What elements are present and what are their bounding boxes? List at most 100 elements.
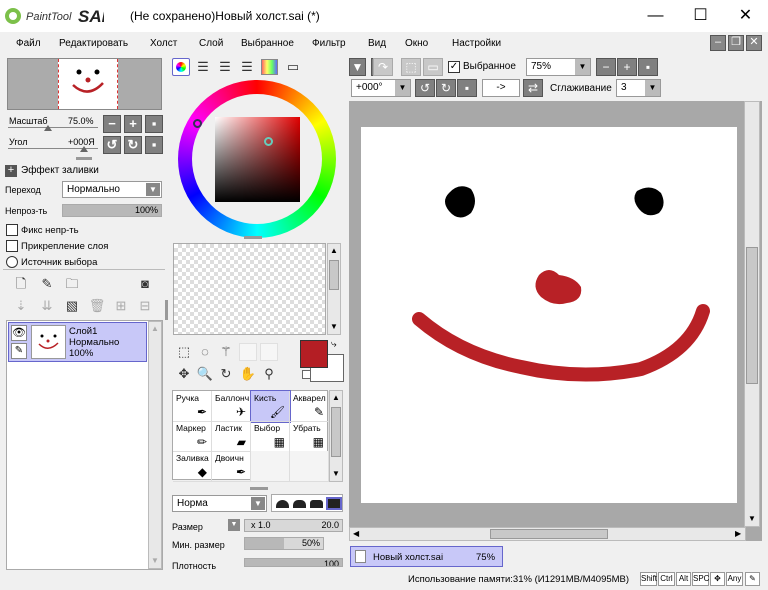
scratchpad-mode-icon[interactable]: ▭ xyxy=(284,58,302,76)
zoom-select[interactable]: 75% ▼ xyxy=(526,58,591,76)
flip-horizontal-button[interactable]: ⇄ xyxy=(523,79,543,97)
panel-splitter[interactable] xyxy=(76,157,92,160)
toolbar-zoom-in-button[interactable]: + xyxy=(617,58,637,76)
min-size-slider[interactable]: 50% xyxy=(244,537,324,550)
hue-cursor[interactable] xyxy=(193,119,202,128)
tool-watercolor[interactable]: Акварел ✎ xyxy=(290,391,329,422)
delete-mask-icon[interactable]: ⊟ xyxy=(136,297,154,315)
canvas-vertical-scrollbar[interactable]: ▼ xyxy=(744,101,760,527)
clipping-checkbox[interactable] xyxy=(6,240,18,252)
panel-splitter[interactable] xyxy=(250,487,268,490)
scroll-down-icon[interactable]: ▼ xyxy=(748,514,756,523)
scroll-thumb[interactable] xyxy=(331,407,341,457)
toolbar-zoom-reset-button[interactable]: ▪ xyxy=(638,58,658,76)
flip-direction-button[interactable]: -> xyxy=(482,79,520,97)
brush-shape-square-icon[interactable] xyxy=(326,497,342,510)
rect-select-icon[interactable]: ⬚ xyxy=(175,343,193,361)
layer-list-scrollbar[interactable]: ▲ ▼ xyxy=(148,321,162,569)
blend-mode-select[interactable]: Нормально ▼ xyxy=(62,181,162,198)
rgb-slider-mode-icon[interactable]: ☰ xyxy=(194,58,212,76)
scroll-left-icon[interactable]: ◀ xyxy=(353,529,359,538)
rotate-tool-icon[interactable]: ↻ xyxy=(217,365,235,383)
transfer-down-icon[interactable]: ⇣ xyxy=(12,297,30,315)
primary-color-swatch[interactable] xyxy=(300,340,328,368)
pen-icon[interactable]: ✎ xyxy=(11,343,27,359)
move-icon[interactable]: ✥ xyxy=(175,365,193,383)
zoom-slider-thumb[interactable] xyxy=(44,125,52,131)
merge-down-icon[interactable]: ⇊ xyxy=(38,297,56,315)
scroll-up-icon[interactable]: ▲ xyxy=(151,324,159,333)
preserve-opacity-checkbox[interactable] xyxy=(6,224,18,236)
rotate-right-button[interactable]: ↻ xyxy=(124,136,142,154)
brush-shape-soft-icon[interactable] xyxy=(293,500,306,508)
brush-mode-select[interactable]: Норма ▼ xyxy=(172,495,267,512)
tool-deselect-pen[interactable]: Убрать ▦ xyxy=(290,421,329,452)
hsv-slider-mode-icon[interactable]: ☰ xyxy=(216,58,234,76)
new-vector-layer-icon[interactable]: ✎ xyxy=(38,275,56,293)
scroll-right-icon[interactable]: ▶ xyxy=(735,529,741,538)
scroll-up-icon[interactable]: ▲ xyxy=(330,246,338,255)
scroll-thumb[interactable] xyxy=(746,247,758,384)
scroll-up-icon[interactable]: ▲ xyxy=(332,393,340,402)
palette-mode-icon[interactable] xyxy=(261,59,278,75)
menu-settings[interactable]: Настройки xyxy=(452,38,501,49)
expand-icon[interactable]: + xyxy=(5,165,17,177)
transparent-color-icon[interactable] xyxy=(302,370,311,379)
menu-view[interactable]: Вид xyxy=(368,38,386,49)
menu-window[interactable]: Окно xyxy=(405,38,428,49)
scroll-thumb[interactable] xyxy=(329,260,339,290)
menu-file[interactable]: Файл xyxy=(16,38,41,49)
rotate-left-button[interactable]: ↺ xyxy=(103,136,121,154)
new-folder-icon[interactable]: 🗀 xyxy=(63,275,81,293)
layer-item[interactable]: 👁 ✎ Слой1 Нормально 100% xyxy=(8,322,147,362)
tool-scrollbar[interactable]: ▲ ▼ xyxy=(329,390,343,482)
maximize-button[interactable]: ☐ xyxy=(678,0,723,32)
brush-shape-flat-icon[interactable] xyxy=(310,500,323,508)
delete-layer-icon[interactable]: 🗑 xyxy=(88,297,106,315)
menu-filter[interactable]: Фильтр xyxy=(312,38,346,49)
redo-button[interactable]: ↷ xyxy=(373,58,393,76)
canvas-paper[interactable] xyxy=(361,127,737,503)
menu-layer[interactable]: Слой xyxy=(199,38,223,49)
menu-selection[interactable]: Выбранное xyxy=(241,38,294,49)
canvas-horizontal-scrollbar[interactable]: ◀ ▶ xyxy=(349,527,746,541)
size-slider[interactable]: x 1.0 20.0 xyxy=(244,519,343,532)
tool-binary-pen[interactable]: Двоичн ✒ xyxy=(212,451,251,482)
size-multiplier-dropdown-icon[interactable]: ▼ xyxy=(228,519,240,531)
swap-colors-icon[interactable]: ⤷ xyxy=(331,339,337,350)
mixer-mode-icon[interactable]: ☰ xyxy=(238,58,256,76)
minimize-button[interactable]: — xyxy=(633,0,678,32)
apply-mask-icon[interactable]: ⊞ xyxy=(112,297,130,315)
navigator-preview[interactable] xyxy=(7,58,162,110)
brush-shape-round-icon[interactable] xyxy=(276,500,289,508)
zoom-out-button[interactable]: − xyxy=(103,115,121,133)
density-slider[interactable]: 100 xyxy=(244,558,343,567)
close-button[interactable]: ✕ xyxy=(723,0,768,32)
magic-wand-icon[interactable]: ⚚ xyxy=(217,343,235,361)
selection-source-radio[interactable] xyxy=(6,256,18,268)
mdi-close-button[interactable]: ✕ xyxy=(746,35,762,51)
rotate-reset-button[interactable]: ▪ xyxy=(145,136,163,154)
zoom-tool-icon[interactable]: 🔍 xyxy=(196,365,214,383)
selection-visible-checkbox[interactable]: ✓ xyxy=(448,61,460,73)
tool-airbrush[interactable]: Баллонч ✈ xyxy=(212,391,251,422)
canvas-tab[interactable]: Новый холст.sai 75% xyxy=(350,546,503,567)
scroll-down-icon[interactable]: ▼ xyxy=(151,556,159,565)
zoom-reset-button[interactable]: ▪ xyxy=(145,115,163,133)
toolbar-rotate-reset-button[interactable]: ▪ xyxy=(457,79,477,97)
deselect-button[interactable]: ⬚ xyxy=(401,58,421,76)
scroll-down-icon[interactable]: ▼ xyxy=(330,322,338,331)
tool-marker[interactable]: Маркер ✏ xyxy=(173,421,212,452)
scroll-thumb[interactable] xyxy=(490,529,608,539)
menu-edit[interactable]: Редактировать xyxy=(59,38,128,49)
clear-layer-icon[interactable]: ▧ xyxy=(63,297,81,315)
tool-brush[interactable]: Кисть 🖌 xyxy=(250,390,291,423)
saturation-value-square[interactable] xyxy=(215,117,300,202)
layer-mask-icon[interactable]: ◙ xyxy=(136,275,154,293)
swatch-scrollbar[interactable]: ▲ ▼ xyxy=(327,243,341,335)
mdi-restore-button[interactable]: ❐ xyxy=(728,35,744,51)
toolbar-rotate-right-button[interactable]: ↻ xyxy=(436,79,456,97)
mdi-minimize-button[interactable]: – xyxy=(710,35,726,51)
color-wheel-mode-icon[interactable] xyxy=(172,58,190,76)
hand-icon[interactable]: ✋ xyxy=(239,365,257,383)
